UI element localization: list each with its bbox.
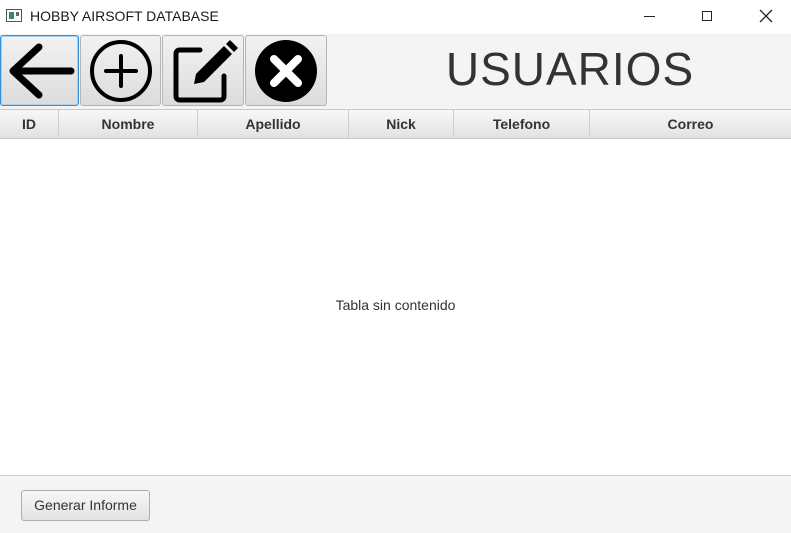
column-header-nombre[interactable]: Nombre xyxy=(59,110,198,138)
toolbar: USUARIOS xyxy=(0,34,791,109)
users-table[interactable]: ID Nombre Apellido Nick Telefono Correo … xyxy=(0,109,791,475)
column-header-apellido[interactable]: Apellido xyxy=(198,110,349,138)
delete-button[interactable] xyxy=(245,35,327,106)
arrow-left-icon xyxy=(9,43,74,98)
maximize-icon xyxy=(702,11,712,21)
column-header-telefono[interactable]: Telefono xyxy=(454,110,590,138)
app-icon xyxy=(6,9,22,22)
column-header-correo[interactable]: Correo xyxy=(590,110,791,138)
generate-report-button[interactable]: Generar Informe xyxy=(21,490,150,521)
page-title: USUARIOS xyxy=(445,43,695,95)
minimize-icon xyxy=(643,15,655,17)
column-header-nick[interactable]: Nick xyxy=(349,110,454,138)
maximize-button[interactable] xyxy=(678,0,736,32)
window-title: HOBBY AIRSOFT DATABASE xyxy=(30,8,219,24)
column-header-id[interactable]: ID xyxy=(0,110,59,138)
add-button[interactable] xyxy=(80,35,161,106)
title-bar: HOBBY AIRSOFT DATABASE xyxy=(0,0,791,34)
back-button[interactable] xyxy=(0,35,79,106)
close-window-button[interactable] xyxy=(737,0,791,32)
edit-button[interactable] xyxy=(162,35,244,106)
minimize-button[interactable] xyxy=(620,0,678,32)
close-icon xyxy=(759,9,773,23)
table-header: ID Nombre Apellido Nick Telefono Correo xyxy=(0,110,791,139)
plus-circle-icon xyxy=(89,39,152,102)
close-circle-icon xyxy=(255,39,317,102)
footer-bar: Generar Informe xyxy=(0,475,791,533)
edit-icon xyxy=(173,39,238,102)
empty-table-message: Tabla sin contenido xyxy=(335,297,456,313)
